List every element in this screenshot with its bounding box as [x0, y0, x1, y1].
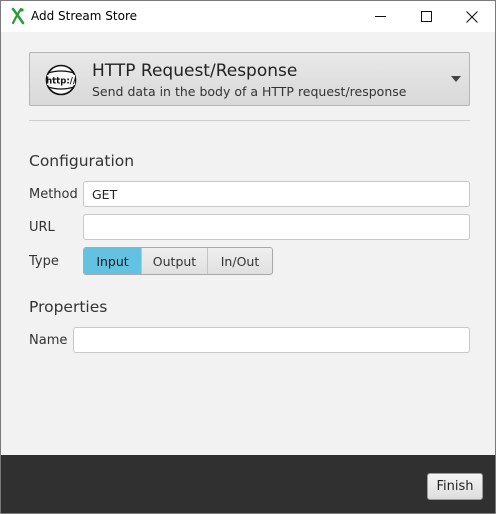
app-logo-icon — [11, 7, 25, 25]
maximize-button[interactable] — [403, 1, 449, 32]
close-icon — [466, 10, 478, 23]
store-type-dropdown[interactable]: http:// HTTP Request/Response Send data … — [29, 52, 470, 106]
header-divider — [29, 120, 470, 121]
window-title: Add Stream Store — [31, 9, 137, 23]
title-bar[interactable]: Add Stream Store — [1, 1, 495, 32]
name-label: Name — [29, 333, 68, 348]
configuration-heading: Configuration — [29, 152, 135, 170]
dialog-window: Add Stream Store http:// HTTP Request/Re… — [0, 0, 496, 514]
maximize-icon — [420, 11, 432, 22]
properties-heading: Properties — [29, 298, 108, 316]
close-button[interactable] — [449, 1, 495, 32]
type-input-toggle[interactable]: Input — [84, 248, 141, 274]
method-field[interactable] — [83, 181, 470, 207]
http-globe-icon: http:// — [45, 64, 77, 96]
type-output-toggle[interactable]: Output — [141, 248, 207, 274]
method-label: Method — [29, 187, 78, 202]
minimize-button[interactable] — [357, 1, 403, 32]
type-segmented-control: Input Output In/Out — [83, 247, 273, 275]
svg-text:http://: http:// — [46, 77, 77, 87]
url-label: URL — [29, 220, 55, 235]
type-label: Type — [29, 254, 59, 269]
chevron-down-icon — [451, 76, 461, 82]
dialog-footer — [1, 455, 495, 513]
minimize-icon — [374, 16, 386, 17]
type-inout-toggle[interactable]: In/Out — [207, 248, 272, 274]
store-type-description: Send data in the body of a HTTP request/… — [92, 84, 407, 99]
store-type-title: HTTP Request/Response — [92, 61, 298, 81]
url-field[interactable] — [83, 214, 470, 240]
name-field[interactable] — [73, 327, 470, 353]
finish-button[interactable]: Finish — [427, 473, 483, 500]
